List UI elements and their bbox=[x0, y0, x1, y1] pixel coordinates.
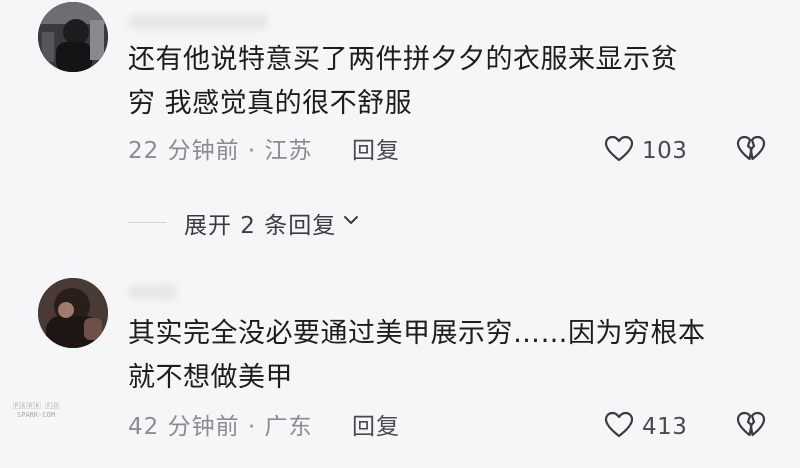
watermark-line-1: 🄿🄰🅁🄺 🄵🄾 bbox=[12, 402, 60, 410]
like-button[interactable]: 413 bbox=[604, 410, 687, 444]
reply-button[interactable]: 回复 bbox=[352, 410, 400, 444]
broken-heart-icon bbox=[736, 135, 766, 167]
watermark: 🄿🄰🅁🄺 🄵🄾 SPARK-COM bbox=[8, 402, 64, 420]
comment-text: 还有他说特意买了两件拼夕夕的衣服来显示贫 穷 我感觉真的很不舒服 bbox=[128, 44, 678, 119]
comment-meta: 42 分钟前 · 广东 bbox=[128, 414, 313, 440]
avatar[interactable] bbox=[38, 2, 108, 72]
comment-meta: 22 分钟前 · 江苏 bbox=[128, 138, 313, 164]
like-button[interactable]: 103 bbox=[604, 134, 687, 168]
username-blurred bbox=[128, 14, 268, 30]
like-count: 413 bbox=[642, 414, 688, 440]
expand-replies-divider bbox=[128, 222, 166, 223]
comment-item-1: 还有他说特意买了两件拼夕夕的衣服来显示贫 穷 我感觉真的很不舒服 22 分钟前 … bbox=[0, 0, 800, 200]
like-count: 103 bbox=[642, 138, 688, 164]
comment-text: 其实完全没必要通过美甲展示穷……因为穷根本 就不想做美甲 bbox=[128, 318, 706, 393]
expand-replies-button[interactable]: 展开 2 条回复 bbox=[184, 206, 362, 240]
reply-button[interactable]: 回复 bbox=[352, 134, 400, 168]
expand-replies-label: 展开 2 条回复 bbox=[184, 213, 337, 239]
heart-outline-icon bbox=[604, 411, 634, 443]
dislike-button[interactable] bbox=[736, 134, 766, 168]
chevron-down-icon bbox=[336, 209, 362, 237]
avatar[interactable] bbox=[38, 278, 108, 348]
comment-item-2: 其实完全没必要通过美甲展示穷……因为穷根本 就不想做美甲 42 分钟前 · 广东… bbox=[0, 270, 800, 468]
dislike-button[interactable] bbox=[736, 410, 766, 444]
broken-heart-icon bbox=[736, 411, 766, 443]
username-blurred bbox=[128, 284, 178, 300]
heart-outline-icon bbox=[604, 135, 634, 167]
watermark-line-2: SPARK-COM bbox=[17, 411, 55, 419]
